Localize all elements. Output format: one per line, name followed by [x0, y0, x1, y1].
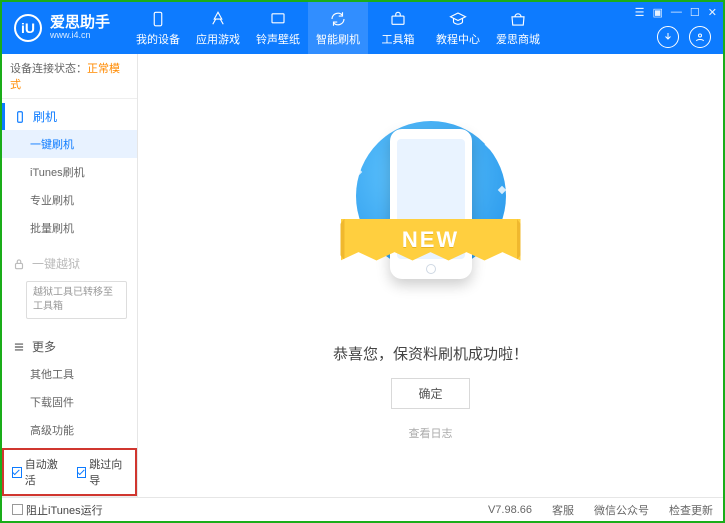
sidebar-item-othertools[interactable]: 其他工具 — [2, 360, 137, 388]
menu-icon[interactable]: ☰ — [635, 6, 645, 19]
nav-tutorials[interactable]: 教程中心 — [428, 2, 488, 54]
user-button[interactable] — [689, 26, 711, 48]
nav-flash[interactable]: 智能刷机 — [308, 2, 368, 54]
sidebar-item-oneclick[interactable]: 一键刷机 — [2, 130, 137, 158]
logo: iU 爱思助手 www.i4.cn — [2, 14, 122, 42]
lock-icon — [12, 257, 26, 271]
close-icon[interactable]: ✕ — [708, 6, 717, 19]
checkbox-block-itunes[interactable]: 阻止iTunes运行 — [12, 502, 103, 518]
sidebar-item-pro[interactable]: 专业刷机 — [2, 186, 137, 214]
sidebar-section-jailbreak: 一键越狱 — [2, 250, 137, 277]
app-window: iU 爱思助手 www.i4.cn 我的设备 应用游戏 铃声壁纸 智能刷机 工具… — [0, 0, 725, 523]
footer: 阻止iTunes运行 V7.98.66 客服 微信公众号 检查更新 — [2, 497, 723, 521]
version-label: V7.98.66 — [488, 504, 532, 516]
main-content: NEW 恭喜您，保资料刷机成功啦！ 确定 查看日志 — [138, 54, 723, 497]
sidebar: 设备连接状态：正常模式 刷机 一键刷机 iTunes刷机 专业刷机 批量刷机 一… — [2, 54, 138, 497]
maximize-icon[interactable]: ☐ — [690, 6, 700, 19]
toolbox-icon — [389, 10, 407, 28]
sidebar-item-batch[interactable]: 批量刷机 — [2, 214, 137, 242]
footer-service[interactable]: 客服 — [552, 502, 574, 518]
refresh-icon — [329, 10, 347, 28]
top-nav: 我的设备 应用游戏 铃声壁纸 智能刷机 工具箱 教程中心 爱思商城 — [128, 2, 548, 54]
list-icon — [12, 340, 26, 354]
view-log-link[interactable]: 查看日志 — [409, 425, 453, 441]
brand-name: 爱思助手 — [50, 15, 110, 32]
ok-button[interactable]: 确定 — [391, 378, 469, 409]
success-message: 恭喜您，保资料刷机成功啦！ — [333, 343, 528, 364]
brand-url: www.i4.cn — [50, 31, 110, 41]
phone-icon — [149, 10, 167, 28]
footer-update[interactable]: 检查更新 — [669, 502, 713, 518]
download-button[interactable] — [657, 26, 679, 48]
checkbox-skip-guide[interactable]: 跳过向导 — [77, 456, 128, 488]
skin-icon[interactable]: ▣ — [653, 6, 663, 19]
wallpaper-icon — [269, 10, 287, 28]
checkbox-auto-activate[interactable]: 自动激活 — [12, 456, 63, 488]
store-icon — [509, 10, 527, 28]
nav-apps[interactable]: 应用游戏 — [188, 2, 248, 54]
header: iU 爱思助手 www.i4.cn 我的设备 应用游戏 铃声壁纸 智能刷机 工具… — [2, 2, 723, 54]
sidebar-item-itunes[interactable]: iTunes刷机 — [2, 158, 137, 186]
nav-store[interactable]: 爱思商城 — [488, 2, 548, 54]
sidebar-section-more[interactable]: 更多 — [2, 333, 137, 360]
success-illustration: NEW — [341, 111, 521, 311]
window-sys-controls: ☰ ▣ — ☐ ✕ — [635, 6, 717, 19]
sidebar-section-flash[interactable]: 刷机 — [2, 103, 137, 130]
footer-wechat[interactable]: 微信公众号 — [594, 502, 649, 518]
apps-icon — [209, 10, 227, 28]
flash-options-highlighted: 自动激活 跳过向导 — [2, 448, 137, 496]
graduation-icon — [449, 10, 467, 28]
minimize-icon[interactable]: — — [671, 6, 682, 19]
jailbreak-note: 越狱工具已转移至工具箱 — [26, 281, 127, 319]
nav-my-device[interactable]: 我的设备 — [128, 2, 188, 54]
phone-icon — [13, 110, 27, 124]
connection-status: 设备连接状态：正常模式 — [2, 54, 137, 99]
sidebar-item-firmware[interactable]: 下载固件 — [2, 388, 137, 416]
sidebar-item-advanced[interactable]: 高级功能 — [2, 416, 137, 444]
nav-ringtone[interactable]: 铃声壁纸 — [248, 2, 308, 54]
nav-toolbox[interactable]: 工具箱 — [368, 2, 428, 54]
logo-icon: iU — [14, 14, 42, 42]
